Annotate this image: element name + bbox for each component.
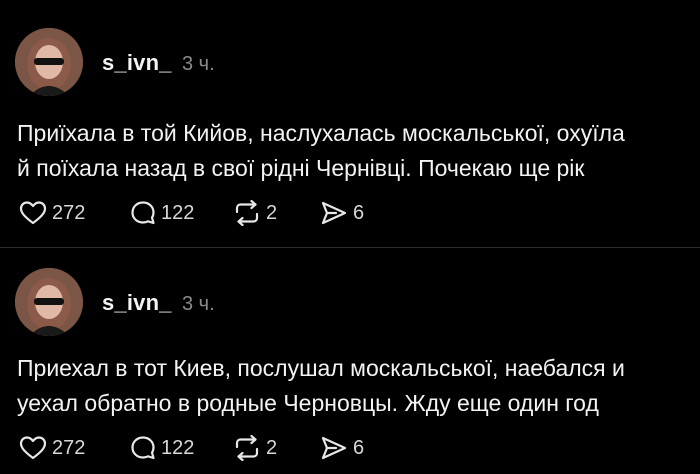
timestamp: 3 ч.	[182, 53, 215, 75]
timestamp: 3 ч.	[182, 293, 215, 315]
repost-button[interactable]: 2	[233, 433, 277, 463]
like-count: 272	[52, 436, 86, 459]
send-icon	[321, 201, 347, 225]
post-text-line: й поїхала назад в свої рідні Чернівці. П…	[17, 155, 585, 181]
post-text-line: Приїхала в той Кийов, наслухалась москал…	[17, 120, 625, 146]
username[interactable]: s_ivn_	[102, 290, 172, 316]
repost-count: 2	[266, 201, 278, 224]
avatar[interactable]	[15, 268, 83, 336]
like-button[interactable]: 272	[19, 198, 85, 228]
heart-icon	[19, 436, 47, 460]
share-button[interactable]: 6	[320, 198, 364, 228]
comment-count: 122	[161, 201, 195, 224]
post-text-line: уехал обратно в родные Черновцы. Жду еще…	[17, 390, 599, 416]
avatar-photo-icon	[15, 28, 83, 96]
repost-count: 2	[266, 436, 278, 459]
comment-button[interactable]: 122	[130, 198, 194, 228]
heart-icon	[19, 201, 47, 225]
comment-bubble-icon	[131, 436, 155, 460]
avatar-photo-icon	[15, 268, 83, 336]
comment-button[interactable]: 122	[130, 433, 194, 463]
post-actions: 272 122 2 6	[0, 198, 700, 228]
repost-button[interactable]: 2	[233, 198, 277, 228]
share-button[interactable]: 6	[320, 433, 364, 463]
divider	[0, 247, 700, 248]
avatar[interactable]	[15, 28, 83, 96]
comment-count: 122	[161, 436, 195, 459]
like-count: 272	[52, 201, 86, 224]
share-count: 6	[353, 436, 365, 459]
post-actions: 272 122 2 6	[0, 433, 700, 463]
repost-icon	[235, 200, 259, 226]
post-text: Приїхала в той Кийов, наслухалась москал…	[17, 116, 687, 186]
post-text-line: Приехал в тот Киев, послушал москальсько…	[17, 355, 625, 381]
post-text: Приехал в тот Киев, послушал москальсько…	[17, 351, 687, 421]
repost-icon	[235, 435, 259, 461]
send-icon	[321, 436, 347, 460]
like-button[interactable]: 272	[19, 433, 85, 463]
username[interactable]: s_ivn_	[102, 50, 172, 76]
comment-bubble-icon	[131, 201, 155, 225]
share-count: 6	[353, 201, 365, 224]
